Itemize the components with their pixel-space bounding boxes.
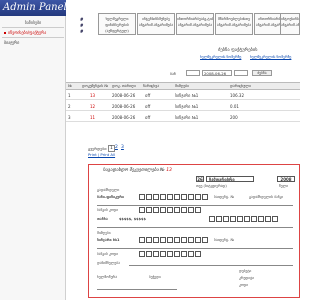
pager-label: გვერდები:: [88, 146, 108, 151]
search-button[interactable]: ძებნა: [252, 70, 272, 76]
tab-label: ანგარიშ.ანგარიშება: [138, 23, 174, 27]
bank-code-label: ბანკის კოდი: [97, 208, 119, 212]
payer-bank-label: გადამხდელის ბანკი: [249, 195, 284, 199]
column-header: მიმღები: [175, 84, 189, 88]
filter-from-input[interactable]: [186, 70, 200, 76]
doc-date: 2008-06-26: [112, 115, 136, 120]
tab-label: ანგარიშ.ანგარიშება: [281, 23, 300, 27]
year-box[interactable]: 2008: [277, 176, 295, 182]
credit-label: კრედიტი: [239, 276, 255, 280]
sum-boxes[interactable]: [209, 216, 279, 222]
row-number: 3: [68, 115, 71, 120]
status: off: [145, 93, 151, 98]
purpose-label: დანიშნულება: [97, 261, 120, 265]
stamp-label: ბეჭედი: [149, 275, 161, 279]
form-number: 13: [166, 168, 172, 173]
tab-institutions[interactable]: ინტოესინსტ ანგარიშ.ანგარიშება: [280, 13, 300, 35]
filter-from-label: ბან: [170, 71, 176, 76]
top-number: #: [80, 29, 84, 34]
doc-date: 2008-06-26: [112, 104, 136, 109]
column-header: №: [68, 84, 72, 88]
month-hint: თვე (სიტყვიერად): [196, 184, 227, 188]
doc-number-link[interactable]: 13: [90, 93, 95, 98]
form-divider: [97, 205, 293, 206]
purpose-line: [129, 265, 293, 266]
form-title-text: საგადახდო შეკვეთილება №: [103, 168, 165, 173]
payer-value: ბანი.ფიზიკური: [97, 195, 124, 199]
sidebar-item-label: ინვოისები/ფაქტურა: [8, 30, 47, 35]
bank-code-label: ბანკის კოდი: [97, 252, 119, 256]
filter-title: ძებნა ფაქტურების: [218, 48, 258, 53]
form-divider: [97, 248, 293, 249]
sum-value: $$$$$, $$$$$: [119, 217, 146, 221]
doc-number-link[interactable]: 12: [90, 104, 95, 109]
page-link-3[interactable]: 3: [121, 145, 124, 150]
bank-code-boxes[interactable]: [139, 207, 202, 213]
form-title: საგადახდო შეკვეთილება № 13: [103, 168, 172, 173]
sidebar-item-invoices[interactable]: ინვოისები/ფაქტურა: [4, 30, 46, 35]
tab-producers[interactable]: მწარმოებლებისთვ ანგარიშ.ანგარიშება: [215, 13, 253, 35]
amount: 0.01: [230, 104, 239, 109]
payer-id-boxes[interactable]: [139, 194, 209, 200]
status: off: [145, 115, 151, 120]
column-header: დოკ. თარიღი: [112, 84, 136, 88]
form-divider: [97, 227, 293, 228]
amount: 106.32: [230, 93, 244, 98]
column-header: დარიცხული: [230, 84, 251, 88]
debit-label: დებეტი: [239, 269, 252, 273]
status: off: [145, 104, 151, 109]
bullet-icon: [4, 32, 6, 34]
recipient-value: სინჯარი №1: [97, 238, 120, 242]
filter-link-2[interactable]: ხელშეკრულის ნომერზე: [250, 55, 291, 59]
id-label: საიდენტ. №: [214, 195, 235, 199]
sidebar-item-label: ბიაჯერი: [4, 40, 20, 45]
app-logo: Admin Panel: [0, 0, 67, 16]
date-input[interactable]: 2008-06-26: [202, 70, 232, 76]
sign-label: ხელმოწერა: [97, 275, 118, 279]
id-label: საიდენტ. №: [214, 238, 235, 242]
month-box[interactable]: ზამთარისრი: [206, 176, 254, 182]
recipient-id-boxes[interactable]: [139, 237, 209, 243]
tab-internal[interactable]: ინთორნიარბუაბგ.ტიბი ანგარიშ.ანგარიშება: [176, 13, 214, 35]
row-number: 1: [68, 93, 71, 98]
tab-finance[interactable]: ინტენსინსმუნებე ანგარიშ.ანგარიშება: [137, 13, 175, 35]
sum-label: თანხა: [97, 217, 108, 221]
signature-line: [97, 289, 177, 290]
recipient: სინჯარი №1: [175, 115, 199, 120]
top-number: #: [80, 17, 84, 22]
code-label: კოდი: [239, 283, 249, 287]
year-hint: წელი: [279, 184, 289, 188]
sidebar: ბაზისები ინვოისები/ფაქტურა ბიაჯერი: [0, 16, 66, 300]
recipient: სინჯარი №1: [175, 93, 199, 98]
column-header: დოკუმენტის №: [82, 84, 109, 88]
top-number: #: [80, 23, 84, 28]
recipient-bank-boxes[interactable]: [139, 251, 202, 257]
tab-label: ანგარიშ.ანგარიშება: [177, 23, 213, 27]
filter-link-1[interactable]: ხელშეკრულის ნომერზე: [200, 55, 241, 59]
row-number: 2: [68, 104, 71, 109]
amount: 200: [230, 115, 238, 120]
tab-contracts[interactable]: ხელშეკრული ფინანსერების (აუზფერტულ): [98, 13, 136, 35]
sidebar-item-budget[interactable]: ბიაჯერი: [4, 40, 19, 45]
tab-label: ანგარიშ.ანგარიშება: [216, 23, 252, 27]
page-link-2[interactable]: 2: [115, 145, 118, 150]
sidebar-divider: [2, 27, 64, 28]
sidebar-header: ბაზისები: [24, 20, 42, 25]
payment-order-form: საგადახდო შეკვეთილება № 13 26 ზამთარისრი…: [88, 164, 300, 298]
page-link-1[interactable]: 1: [108, 145, 115, 152]
doc-date: 2008-06-26: [112, 93, 136, 98]
sidebar-divider: [2, 37, 64, 38]
print-links[interactable]: Print | Print All: [88, 152, 115, 157]
tab-label: (აუზფერტულ): [105, 29, 129, 33]
date-picker-input[interactable]: [234, 70, 248, 76]
recipient: სინჯარი №1: [175, 104, 199, 109]
day-box[interactable]: 26: [196, 176, 204, 182]
recipient-label: მიმღები: [97, 231, 111, 235]
doc-number-link[interactable]: 11: [90, 115, 95, 120]
payer-label: გადამხდელი: [97, 188, 120, 192]
column-header: ჩარიცხვა: [143, 84, 160, 88]
